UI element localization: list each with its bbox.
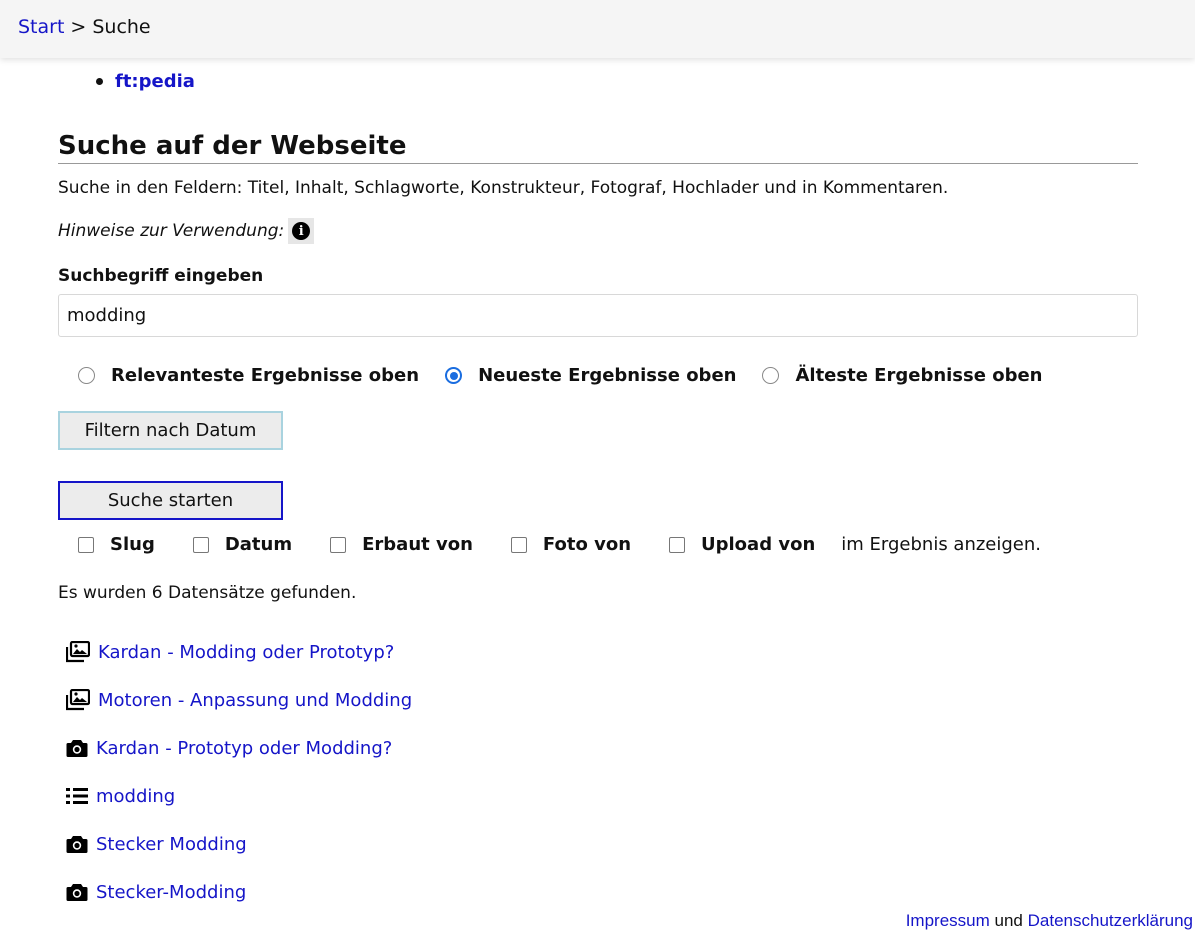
checkbox-upload[interactable] bbox=[669, 536, 686, 553]
column-option-slug[interactable]: Slug bbox=[78, 534, 155, 555]
nav-item-ftpedia: ft:pedia bbox=[96, 71, 195, 92]
result-columns-options: Slug Datum Erbaut von Foto von Upload vo… bbox=[78, 534, 1041, 555]
breadcrumb-home-link[interactable]: Start bbox=[18, 16, 64, 38]
list-item: Stecker-Modding bbox=[66, 868, 412, 916]
breadcrumb-separator: > bbox=[70, 16, 87, 38]
column-option-datum[interactable]: Datum bbox=[192, 534, 293, 555]
list-item: Motoren - Anpassung und Modding bbox=[66, 676, 412, 724]
result-link[interactable]: Kardan - Modding oder Prototyp? bbox=[98, 642, 394, 663]
result-link[interactable]: Kardan - Prototyp oder Modding? bbox=[96, 738, 392, 759]
footer-and: und bbox=[994, 911, 1023, 930]
nav-link-ftpedia[interactable]: ft:pedia bbox=[115, 71, 195, 92]
search-label: Suchbegriff eingeben bbox=[58, 266, 264, 286]
sort-options: Relevanteste Ergebnisse oben Neueste Erg… bbox=[78, 365, 1069, 386]
list-item: Stecker Modding bbox=[66, 820, 412, 868]
search-description: Suche in den Feldern: Titel, Inhalt, Sch… bbox=[58, 178, 949, 198]
column-label-foto: Foto von bbox=[542, 534, 632, 555]
radio-newest[interactable] bbox=[445, 367, 463, 384]
checkbox-foto[interactable] bbox=[510, 536, 527, 553]
result-count: Es wurden 6 Datensätze gefunden. bbox=[58, 583, 357, 603]
camera-icon bbox=[66, 836, 88, 853]
usage-hint-label: Hinweise zur Verwendung: bbox=[58, 221, 285, 241]
result-link[interactable]: Stecker-Modding bbox=[96, 882, 246, 903]
result-link[interactable]: modding bbox=[96, 786, 175, 807]
search-section: Suche auf der Webseite Suche in den Feld… bbox=[58, 128, 1138, 903]
checkbox-datum[interactable] bbox=[192, 536, 209, 553]
column-option-foto[interactable]: Foto von bbox=[510, 534, 632, 555]
bullet-icon bbox=[96, 78, 103, 85]
gallery-icon bbox=[66, 641, 90, 663]
sort-option-newest[interactable]: Neueste Ergebnisse oben bbox=[445, 365, 736, 386]
column-option-erbaut[interactable]: Erbaut von bbox=[330, 534, 473, 555]
sort-option-relevance[interactable]: Relevanteste Ergebnisse oben bbox=[78, 365, 419, 386]
list-icon bbox=[66, 788, 88, 804]
breadcrumb: Start > Suche bbox=[18, 16, 151, 38]
imprint-link[interactable]: Impressum bbox=[906, 911, 990, 930]
top-bar: Start > Suche bbox=[0, 0, 1195, 58]
sort-label-newest: Neueste Ergebnisse oben bbox=[478, 365, 737, 386]
search-input[interactable] bbox=[58, 294, 1138, 337]
column-label-slug: Slug bbox=[110, 534, 155, 555]
columns-suffix: im Ergebnis anzeigen. bbox=[841, 534, 1042, 555]
result-link[interactable]: Stecker Modding bbox=[96, 834, 247, 855]
radio-oldest[interactable] bbox=[762, 367, 780, 384]
start-search-button[interactable]: Suche starten bbox=[58, 481, 283, 520]
checkbox-slug[interactable] bbox=[78, 536, 94, 553]
sort-label-oldest: Älteste Ergebnisse oben bbox=[795, 365, 1043, 386]
info-icon[interactable]: i bbox=[288, 218, 315, 244]
camera-icon bbox=[66, 884, 88, 901]
checkbox-erbaut[interactable] bbox=[330, 536, 347, 553]
footer: Impressum und Datenschutzerklärung bbox=[906, 911, 1193, 931]
list-item: Kardan - Modding oder Prototyp? bbox=[66, 628, 412, 676]
filter-by-date-button[interactable]: Filtern nach Datum bbox=[58, 411, 283, 450]
column-label-erbaut: Erbaut von bbox=[362, 534, 473, 555]
sort-option-oldest[interactable]: Älteste Ergebnisse oben bbox=[762, 365, 1043, 386]
results-list: Kardan - Modding oder Prototyp? Motoren … bbox=[66, 628, 412, 916]
camera-icon bbox=[66, 740, 88, 757]
column-label-upload: Upload von bbox=[701, 534, 816, 555]
radio-relevance[interactable] bbox=[78, 367, 95, 384]
nav-list: ft:pedia bbox=[96, 71, 195, 92]
privacy-link[interactable]: Datenschutzerklärung bbox=[1028, 911, 1193, 930]
breadcrumb-current: Suche bbox=[92, 16, 151, 38]
page-title: Suche auf der Webseite bbox=[58, 128, 1138, 164]
sort-label-relevance: Relevanteste Ergebnisse oben bbox=[111, 365, 420, 386]
gallery-icon bbox=[66, 689, 90, 711]
list-item: Kardan - Prototyp oder Modding? bbox=[66, 724, 412, 772]
list-item: modding bbox=[66, 772, 412, 820]
result-link[interactable]: Motoren - Anpassung und Modding bbox=[98, 690, 412, 711]
column-label-datum: Datum bbox=[224, 534, 293, 555]
column-option-upload[interactable]: Upload von bbox=[669, 534, 815, 555]
usage-hint: Hinweise zur Verwendung: i bbox=[58, 218, 1138, 244]
